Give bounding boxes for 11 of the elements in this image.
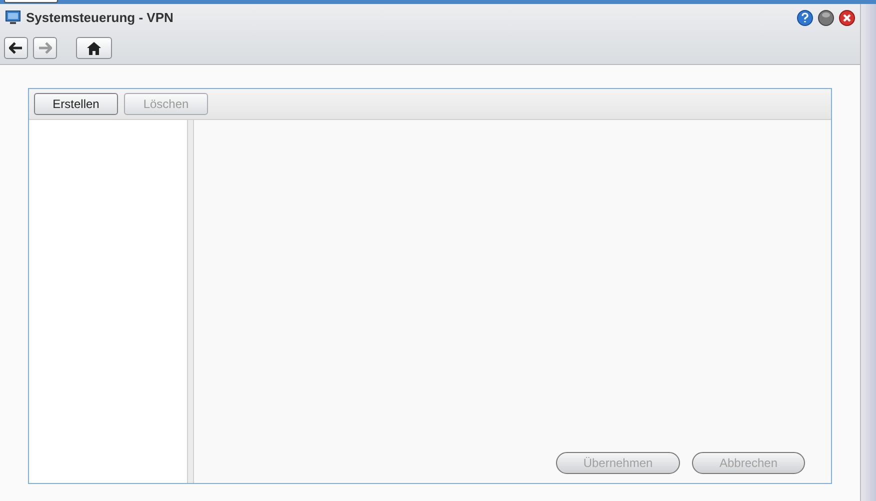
monitor-icon [5, 10, 21, 26]
create-button[interactable]: Erstellen [34, 93, 118, 115]
home-icon [87, 42, 101, 54]
help-icon[interactable] [797, 10, 813, 26]
back-arrow-icon [9, 42, 23, 54]
close-icon[interactable] [839, 10, 855, 26]
minimize-icon[interactable] [818, 10, 834, 26]
back-button[interactable] [4, 37, 28, 59]
window-title: Systemsteuerung - VPN [26, 9, 174, 28]
forward-arrow-icon [38, 42, 52, 54]
home-button[interactable] [76, 37, 112, 59]
